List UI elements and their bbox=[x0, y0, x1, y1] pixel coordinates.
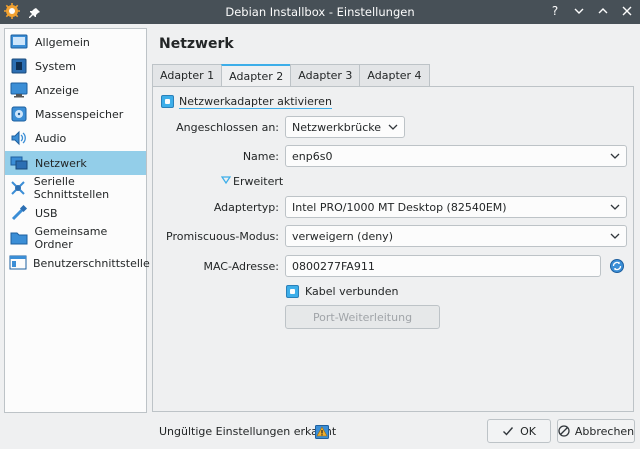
close-icon[interactable] bbox=[620, 3, 634, 19]
enable-adapter-checkbox[interactable] bbox=[161, 95, 174, 108]
promiscuous-mode-select[interactable]: verweigern (deny) bbox=[285, 225, 627, 247]
tab-adapter-4[interactable]: Adapter 4 bbox=[359, 64, 430, 86]
cable-connected-checkbox[interactable] bbox=[286, 285, 299, 298]
adapter-type-label: Adaptertyp: bbox=[213, 201, 279, 214]
window-title: Debian Installbox - Einstellungen bbox=[225, 5, 415, 19]
network-icon bbox=[9, 154, 29, 172]
usb-icon bbox=[9, 204, 29, 222]
status-text: Ungültige Einstellungen erkannt bbox=[159, 425, 337, 438]
sidebar-item-general[interactable]: Allgemein bbox=[5, 30, 146, 54]
chevron-down-icon bbox=[388, 120, 398, 137]
title-bar: Debian Installbox - Einstellungen ? bbox=[0, 0, 640, 24]
port-forwarding-button[interactable]: Port-Weiterleitung bbox=[285, 305, 440, 329]
mac-address-label: MAC-Adresse: bbox=[203, 260, 279, 273]
sidebar-item-display[interactable]: Anzeige bbox=[5, 78, 146, 102]
adapter-panel: Netzwerkadapter aktivieren Angeschlossen… bbox=[152, 86, 634, 412]
refresh-mac-icon[interactable] bbox=[609, 258, 625, 277]
ok-button[interactable]: OK bbox=[487, 419, 551, 443]
sidebar-item-network[interactable]: Netzwerk bbox=[5, 151, 146, 175]
sidebar-item-usb[interactable]: USB bbox=[5, 201, 146, 225]
display-icon bbox=[9, 81, 29, 99]
tab-adapter-2[interactable]: Adapter 2 bbox=[221, 64, 292, 87]
storage-icon bbox=[9, 105, 29, 123]
sidebar-item-shared-folders[interactable]: Gemeinsame Ordner bbox=[5, 225, 146, 251]
advanced-toggle-label[interactable]: Erweitert bbox=[233, 175, 283, 188]
chevron-down-icon bbox=[610, 229, 620, 246]
name-label: Name: bbox=[242, 150, 279, 163]
attached-to-select[interactable]: Netzwerkbrücke bbox=[285, 116, 405, 138]
serial-icon bbox=[9, 179, 28, 197]
audio-icon bbox=[9, 129, 29, 147]
help-icon[interactable]: ? bbox=[548, 3, 562, 19]
check-icon bbox=[502, 425, 514, 437]
general-icon bbox=[9, 33, 29, 51]
chevron-down-icon bbox=[610, 200, 620, 217]
minimize-icon[interactable] bbox=[572, 3, 586, 19]
maximize-icon[interactable] bbox=[596, 3, 610, 19]
sidebar-item-storage[interactable]: Massenspeicher bbox=[5, 102, 146, 126]
tab-adapter-1[interactable]: Adapter 1 bbox=[152, 64, 223, 86]
system-icon bbox=[9, 57, 29, 75]
sidebar-item-user-interface[interactable]: Benutzerschnittstelle bbox=[5, 251, 150, 275]
cancel-button[interactable]: Abbrechen bbox=[557, 419, 635, 443]
folder-icon bbox=[9, 229, 28, 247]
ui-icon bbox=[9, 254, 27, 272]
settings-sidebar: Allgemein System Anzeige Massenspeicher … bbox=[4, 28, 150, 413]
name-select[interactable]: enp6s0 bbox=[285, 145, 627, 167]
enable-adapter-label[interactable]: Netzwerkadapter aktivieren bbox=[179, 95, 332, 109]
advanced-toggle-icon[interactable] bbox=[220, 175, 232, 188]
page-title: Netzwerk bbox=[159, 36, 234, 52]
sidebar-item-audio[interactable]: Audio bbox=[5, 126, 146, 150]
promiscuous-mode-label: Promiscuous-Modus: bbox=[166, 230, 279, 243]
adapter-type-select[interactable]: Intel PRO/1000 MT Desktop (82540EM) bbox=[285, 196, 627, 218]
sidebar-item-system[interactable]: System bbox=[5, 54, 146, 78]
tab-adapter-3[interactable]: Adapter 3 bbox=[290, 64, 361, 86]
attached-to-label: Angeschlossen an: bbox=[176, 121, 279, 134]
cancel-icon bbox=[558, 425, 570, 437]
adapter-tabs: Adapter 1 Adapter 2 Adapter 3 Adapter 4 bbox=[152, 64, 430, 87]
mac-address-input[interactable]: 0800277FA911 bbox=[285, 255, 601, 277]
chevron-down-icon bbox=[610, 149, 620, 166]
cable-connected-label[interactable]: Kabel verbunden bbox=[305, 285, 399, 298]
sidebar-item-serial[interactable]: Serielle Schnittstellen bbox=[5, 175, 146, 201]
warning-icon[interactable] bbox=[315, 425, 329, 439]
